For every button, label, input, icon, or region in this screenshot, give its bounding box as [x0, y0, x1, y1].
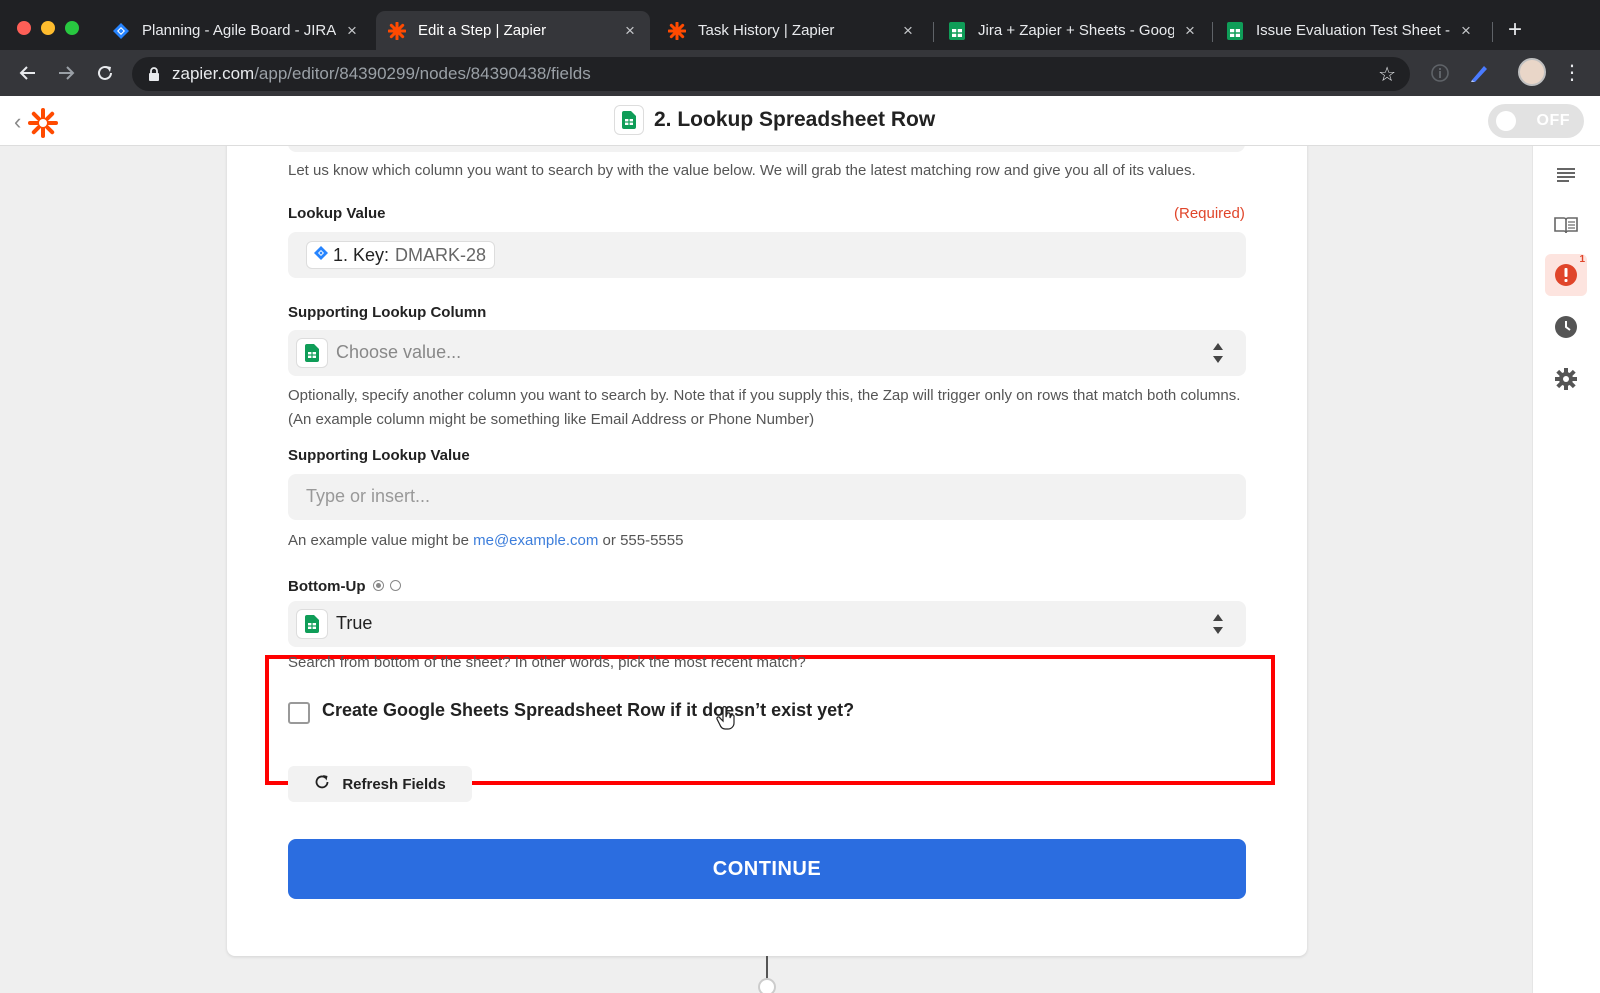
mapped-value-pill[interactable]: 1. Key: DMARK-28: [306, 241, 496, 269]
sheets-icon: [296, 609, 328, 639]
browser-toolbar: zapier.com/app/editor/84390299/nodes/843…: [0, 50, 1600, 96]
tab-jira-zapier-sheets[interactable]: Jira + Zapier + Sheets - Google ×: [936, 11, 1210, 50]
back-arrow-icon[interactable]: [15, 60, 41, 86]
tab-title: Task History | Zapier: [698, 22, 835, 39]
bottom-up-help: Search from bottom of the sheet? In othe…: [288, 654, 806, 671]
bottom-up-select[interactable]: True: [288, 601, 1246, 647]
url-text: zapier.com/app/editor/84390299/nodes/843…: [172, 64, 591, 83]
jira-icon: [112, 22, 130, 40]
tab-title: Edit a Step | Zapier: [418, 22, 547, 39]
create-row-label[interactable]: Create Google Sheets Spreadsheet Row if …: [322, 700, 854, 721]
supporting-lookup-value-label: Supporting Lookup Value: [288, 447, 470, 464]
pen-extension-icon[interactable]: [1468, 62, 1490, 84]
pill-key-value: DMARK-28: [395, 244, 487, 265]
hand-cursor-icon: [716, 705, 736, 736]
select-arrows-icon: [1212, 613, 1224, 635]
supporting-lookup-column-label: Supporting Lookup Column: [288, 304, 487, 321]
toggle-knob: [1496, 111, 1516, 131]
reload-icon[interactable]: [92, 60, 118, 86]
tab-jira-planning[interactable]: Planning - Agile Board - JIRA ×: [100, 11, 372, 50]
sheets-icon: [1226, 21, 1244, 40]
sheets-icon: [296, 338, 328, 368]
refresh-icon: [314, 774, 330, 795]
tab-title: Issue Evaluation Test Sheet - G: [1256, 22, 1450, 39]
bookmark-star-icon[interactable]: ☆: [1378, 62, 1396, 87]
step-title-text: 2. Lookup Spreadsheet Row: [654, 108, 936, 131]
create-row-checkbox[interactable]: [288, 702, 310, 724]
tab-separator: [1492, 22, 1493, 42]
supporting-lookup-value-field[interactable]: Type or insert...: [288, 474, 1246, 520]
tab-separator: [1212, 22, 1213, 42]
zapier-editor-page: ‹ 2. Lookup Spreadsheet Row OFF 1 Let us…: [0, 96, 1600, 993]
book-icon[interactable]: [1545, 204, 1587, 246]
continue-button[interactable]: CONTINUE: [288, 839, 1246, 899]
tab-edit-step[interactable]: Edit a Step | Zapier ×: [376, 11, 650, 50]
toggle-label: OFF: [1536, 112, 1570, 129]
lookup-column-help: Let us know which column you want to sea…: [288, 162, 1196, 179]
clock-icon[interactable]: [1545, 306, 1587, 348]
list-icon[interactable]: [1545, 154, 1587, 196]
more-menu-icon[interactable]: ⋮: [1562, 60, 1582, 85]
right-rail: 1: [1532, 146, 1600, 993]
tab-title: Jira + Zapier + Sheets - Google: [978, 22, 1174, 39]
alert-count-badge: 1: [1579, 254, 1585, 265]
sheets-icon: [948, 21, 966, 40]
forward-arrow-icon[interactable]: [53, 60, 79, 86]
close-window-button[interactable]: [17, 21, 31, 35]
new-tab-button[interactable]: +: [1508, 18, 1522, 42]
close-tab-icon[interactable]: ×: [900, 21, 916, 41]
browser-tab-bar: Planning - Agile Board - JIRA × Edit a S…: [0, 0, 1600, 50]
close-tab-icon[interactable]: ×: [622, 21, 638, 41]
tab-issue-evaluation[interactable]: Issue Evaluation Test Sheet - G ×: [1214, 11, 1486, 50]
supporting-lookup-column-select[interactable]: Choose value...: [288, 330, 1246, 376]
select-placeholder: Choose value...: [336, 342, 462, 362]
radio-dropdown-mode[interactable]: [373, 580, 384, 591]
close-tab-icon[interactable]: ×: [344, 21, 360, 41]
zap-on-off-toggle[interactable]: OFF: [1488, 104, 1584, 138]
required-indicator: (Required): [1174, 205, 1245, 222]
lock-icon: [148, 67, 160, 81]
minimize-window-button[interactable]: [41, 21, 55, 35]
info-extension-icon[interactable]: [1429, 62, 1451, 84]
tab-separator: [933, 22, 934, 42]
bottom-up-label: Bottom-Up: [288, 578, 366, 595]
select-value: True: [336, 613, 373, 633]
radio-custom-mode[interactable]: [390, 580, 401, 591]
add-step-connector[interactable]: [758, 978, 776, 993]
lookup-value-field[interactable]: 1. Key: DMARK-28: [288, 232, 1246, 278]
select-arrows-icon: [1212, 342, 1224, 364]
chevron-left-icon[interactable]: ‹: [14, 109, 21, 135]
jira-icon: [313, 245, 329, 266]
close-tab-icon[interactable]: ×: [1182, 21, 1198, 41]
lookup-value-label: Lookup Value: [288, 205, 386, 222]
supporting-lookup-column-help: Optionally, specify another column you w…: [288, 387, 1241, 428]
avatar[interactable]: [1518, 58, 1546, 86]
step-card: [227, 96, 1307, 956]
refresh-fields-button[interactable]: Refresh Fields: [288, 766, 472, 802]
maximize-window-button[interactable]: [65, 21, 79, 35]
gear-icon[interactable]: [1545, 358, 1587, 400]
editor-app-bar: ‹ 2. Lookup Spreadsheet Row OFF: [0, 96, 1600, 146]
input-placeholder: Type or insert...: [306, 486, 431, 506]
alert-icon[interactable]: 1: [1545, 254, 1587, 296]
example-email-link[interactable]: me@example.com: [473, 532, 598, 549]
zapier-logo-icon[interactable]: [28, 108, 58, 138]
tab-title: Planning - Agile Board - JIRA: [142, 22, 336, 39]
field-mode-radios: [373, 580, 401, 591]
close-tab-icon[interactable]: ×: [1458, 21, 1474, 41]
zapier-icon: [388, 21, 406, 40]
zapier-icon: [668, 21, 686, 40]
address-bar[interactable]: zapier.com/app/editor/84390299/nodes/843…: [132, 57, 1410, 91]
supporting-lookup-value-help: An example value might be me@example.com…: [288, 532, 684, 549]
pill-key-label: 1. Key:: [333, 244, 390, 265]
continue-label: CONTINUE: [712, 857, 822, 880]
tab-task-history[interactable]: Task History | Zapier ×: [656, 11, 928, 50]
step-title: 2. Lookup Spreadsheet Row: [614, 105, 935, 135]
sheets-icon: [614, 105, 644, 135]
refresh-fields-label: Refresh Fields: [342, 775, 446, 793]
